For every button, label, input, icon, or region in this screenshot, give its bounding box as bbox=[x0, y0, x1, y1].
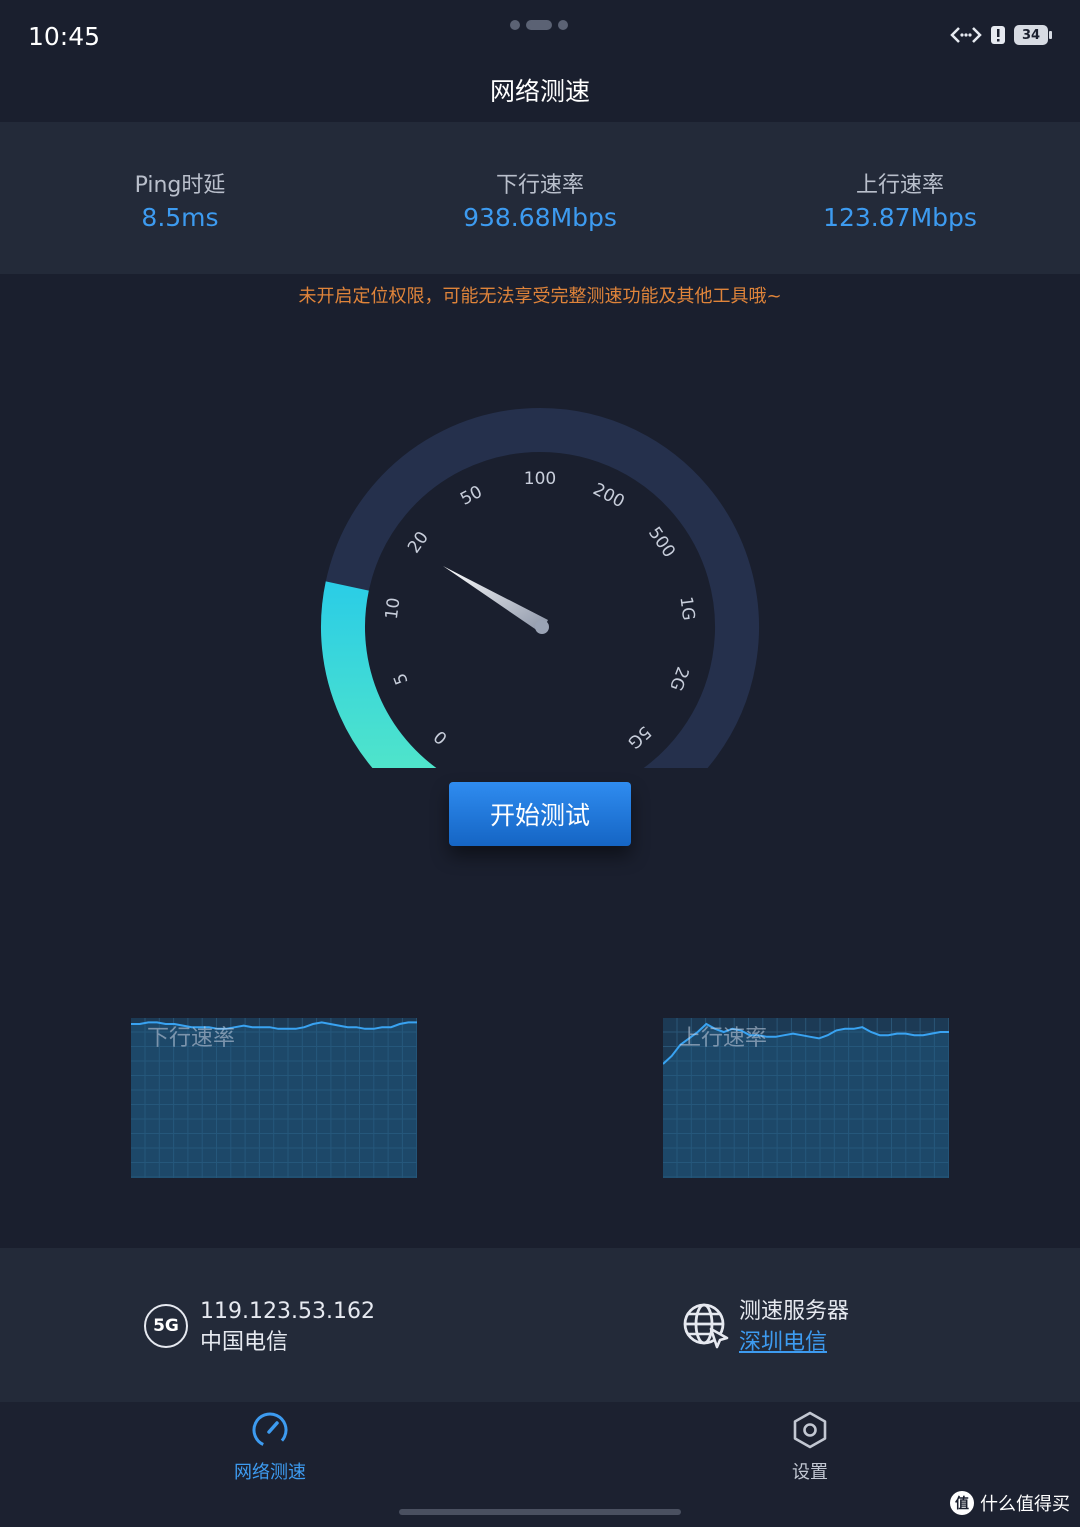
download-chart-label: 下行速率 bbox=[147, 1026, 236, 1051]
battery-level: 34 bbox=[1014, 25, 1048, 45]
battery-icon: 34 bbox=[1014, 25, 1052, 45]
status-time: 10:45 bbox=[28, 22, 101, 51]
nav-tab-speed-test[interactable]: 网络测速 bbox=[190, 1410, 350, 1484]
gauge-tick-label: 1G bbox=[675, 595, 698, 621]
gauge-tick-label: 10 bbox=[382, 597, 405, 621]
server-label: 测速服务器 bbox=[739, 1299, 850, 1324]
gauge-tick-labels: 0 5 10 20 50 100 200 500 1G 2G 5G bbox=[382, 469, 698, 752]
watermark-text: 什么值得买 bbox=[980, 1494, 1070, 1515]
gauge-tick-label: 100 bbox=[524, 469, 556, 489]
nav-label: 设置 bbox=[792, 1462, 828, 1483]
gauge-tick-label: 5 bbox=[390, 670, 413, 687]
nav-label: 网络测速 bbox=[234, 1462, 306, 1483]
multitask-indicator[interactable] bbox=[510, 20, 568, 30]
gauge-tick-label: 20 bbox=[404, 528, 433, 557]
gauge-tick-label: 2G bbox=[665, 664, 692, 693]
stats-panel: Ping时延 8.5ms 下行速率 938.68Mbps 上行速率 123.87… bbox=[0, 122, 1080, 274]
network-type-icon: 5G bbox=[144, 1304, 188, 1348]
globe-cursor-icon bbox=[683, 1303, 729, 1349]
stat-value: 8.5ms bbox=[141, 203, 219, 232]
stat-label: 上行速率 bbox=[855, 173, 944, 198]
stat-value: 938.68Mbps bbox=[463, 203, 617, 232]
server-name-link[interactable]: 深圳电信 bbox=[739, 1327, 849, 1358]
watermark-logo: 值 bbox=[950, 1491, 974, 1515]
stat-download: 下行速率 938.68Mbps bbox=[390, 167, 690, 232]
upload-chart-label: 上行速率 bbox=[679, 1026, 768, 1051]
start-test-button[interactable]: 开始测试 bbox=[449, 782, 631, 846]
code-icon bbox=[950, 27, 982, 43]
stat-label: Ping时延 bbox=[134, 173, 226, 198]
status-bar: 10:45 34 bbox=[0, 0, 1080, 70]
settings-hexagon-icon bbox=[793, 1411, 827, 1449]
gauge-tick-label: 5G bbox=[623, 722, 654, 753]
stat-label: 下行速率 bbox=[495, 173, 584, 198]
gauge-tick-label: 50 bbox=[457, 482, 485, 510]
ip-address: 119.123.53.162 bbox=[200, 1299, 375, 1324]
nav-tab-settings[interactable]: 设置 bbox=[730, 1410, 890, 1484]
stat-ping: Ping时延 8.5ms bbox=[30, 167, 330, 232]
gauge-tick-label: 200 bbox=[590, 479, 628, 512]
network-info: 119.123.53.162 中国电信 bbox=[200, 1296, 375, 1358]
speedometer-icon bbox=[252, 1412, 288, 1448]
location-permission-warning[interactable]: 未开启定位权限，可能无法享受完整测速功能及其他工具哦~ bbox=[0, 282, 1080, 308]
speed-gauge: 0 5 10 20 50 100 200 500 1G 2G 5G bbox=[321, 408, 759, 768]
home-indicator[interactable] bbox=[399, 1509, 681, 1515]
carrier-name: 中国电信 bbox=[200, 1330, 289, 1355]
page-title: 网络测速 bbox=[489, 77, 590, 106]
gauge-needle bbox=[443, 566, 549, 634]
gauge-tick-label: 500 bbox=[644, 523, 679, 561]
alert-icon bbox=[991, 26, 1005, 44]
stat-upload: 上行速率 123.87Mbps bbox=[750, 167, 1050, 232]
server-info: 测速服务器 深圳电信 bbox=[739, 1296, 849, 1358]
status-icons: 34 bbox=[950, 24, 1052, 46]
gauge-tick-label: 0 bbox=[430, 726, 451, 748]
watermark: 值 什么值得买 bbox=[950, 1490, 1070, 1516]
stat-value: 123.87Mbps bbox=[823, 203, 977, 232]
